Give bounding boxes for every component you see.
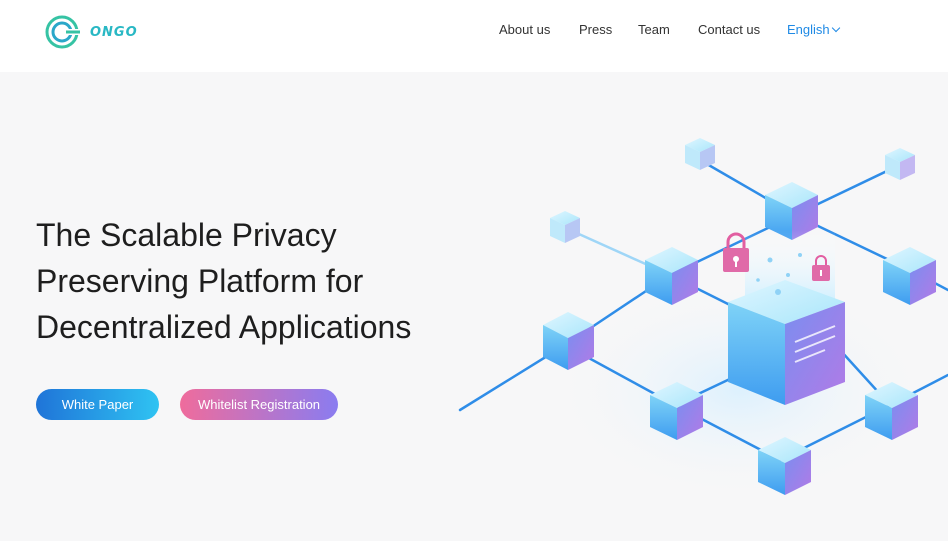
nav-team[interactable]: Team	[638, 22, 670, 40]
brand-logo[interactable]: ONGO	[44, 14, 138, 50]
blockchain-network-illustration	[458, 138, 948, 500]
nav-about-us[interactable]: About us	[499, 22, 550, 40]
small-cube-top-right	[885, 148, 915, 180]
language-selector[interactable]: English	[787, 22, 840, 40]
logo-wordmark: ONGO	[90, 24, 138, 40]
whitelist-registration-button[interactable]: Whitelist Registration	[180, 389, 338, 420]
hero-title-line-1: The Scalable Privacy	[36, 217, 337, 253]
chevron-down-icon	[831, 23, 840, 33]
logo-mark-icon	[45, 15, 80, 49]
padlock-icon	[723, 232, 749, 272]
small-cube-left	[550, 211, 580, 243]
hero-title: The Scalable Privacy Preserving Platform…	[36, 212, 476, 350]
top-navigation-bar: ONGO About us Press Team Contact us Engl…	[0, 0, 948, 72]
central-server-cube	[728, 280, 845, 405]
white-paper-button[interactable]: White Paper	[36, 389, 159, 420]
language-label: English	[787, 22, 830, 37]
nav-contact-us[interactable]: Contact us	[698, 22, 760, 40]
node-cube-right	[883, 247, 936, 305]
hero-title-line-2: Preserving Platform for	[36, 263, 364, 299]
nav-press[interactable]: Press	[579, 22, 612, 40]
hero-title-line-3: Decentralized Applications	[36, 309, 412, 345]
